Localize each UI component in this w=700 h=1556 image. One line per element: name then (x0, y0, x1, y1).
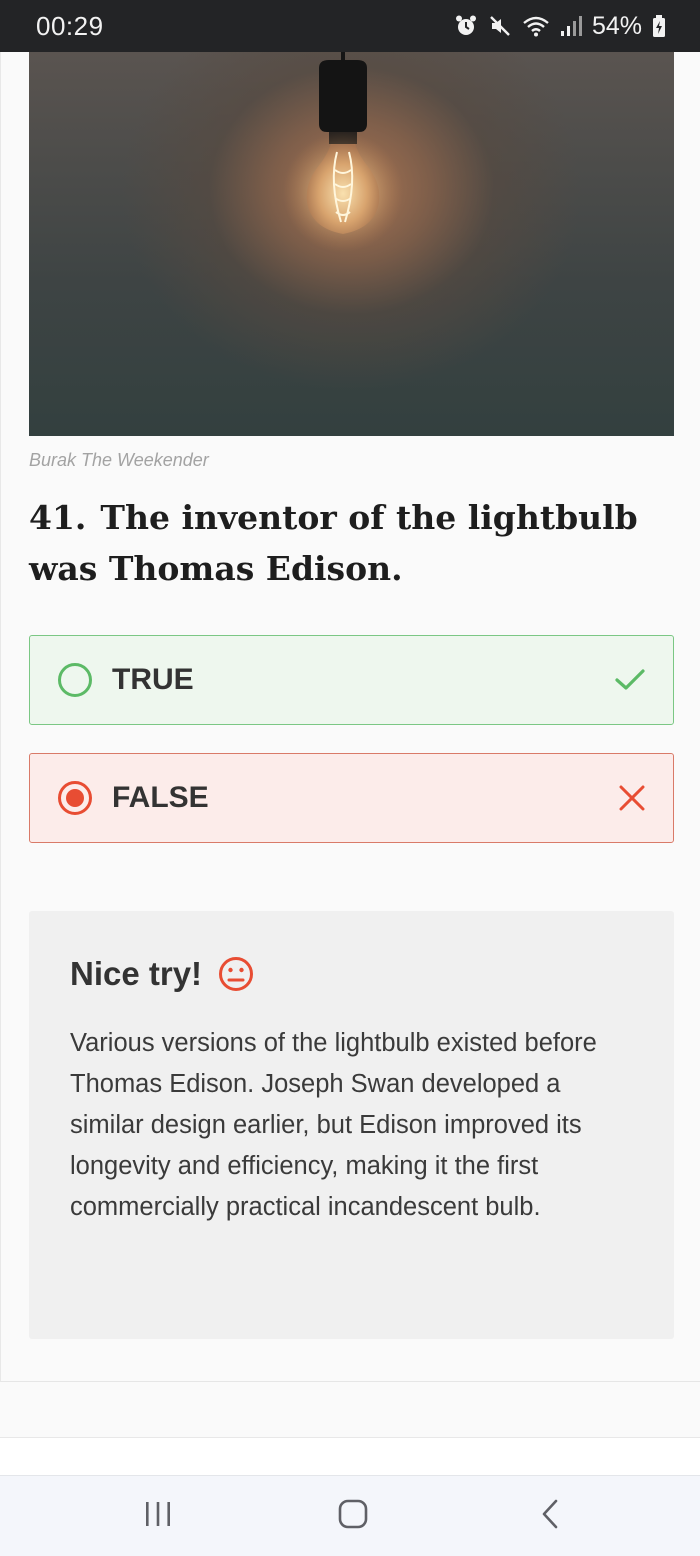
recents-icon (144, 1500, 172, 1533)
back-icon (539, 1498, 561, 1535)
home-icon (338, 1499, 368, 1534)
signal-icon (560, 14, 582, 38)
neutral-face-icon (218, 956, 254, 992)
article-content: Burak The Weekender 41. The inventor of t… (0, 52, 700, 1382)
navigation-bar (0, 1475, 700, 1556)
option-label: TRUE (112, 663, 194, 696)
feedback-box: Nice try! Various versions of the lightb… (29, 911, 674, 1339)
option-true[interactable]: TRUE (29, 635, 674, 725)
feedback-heading: Nice try! (70, 955, 203, 992)
image-caption: Burak The Weekender (29, 450, 209, 470)
question-title: 41. The inventor of the lightbulb was Tho… (29, 492, 669, 594)
question-number: 41. (29, 498, 87, 537)
home-button[interactable] (313, 1476, 393, 1556)
radio-selected[interactable] (58, 781, 92, 815)
option-false[interactable]: FALSE (29, 753, 674, 843)
feedback-title: Nice try! (70, 955, 634, 993)
feedback-explanation: Various versions of the lightbulb existe… (70, 1029, 597, 1221)
radio-dot (66, 789, 84, 807)
question-text: The inventor of the lightbulb was Thomas… (29, 498, 638, 588)
battery-percent: 54% (591, 11, 642, 40)
next-card (0, 1437, 700, 1477)
alarm-icon (454, 14, 478, 38)
back-button[interactable] (510, 1476, 590, 1556)
recents-button[interactable] (118, 1476, 198, 1556)
wifi-icon (522, 14, 550, 38)
status-time: 00:29 (36, 10, 104, 41)
check-icon (615, 668, 645, 692)
status-bar: 00:29 54% (0, 0, 700, 52)
battery-charging-icon (652, 14, 666, 38)
option-label: FALSE (112, 781, 209, 814)
lightbulb-photo (29, 52, 674, 436)
status-icons: 54% (454, 12, 666, 41)
close-icon (619, 785, 645, 811)
radio-unselected[interactable] (58, 663, 92, 697)
mute-icon (488, 14, 512, 38)
